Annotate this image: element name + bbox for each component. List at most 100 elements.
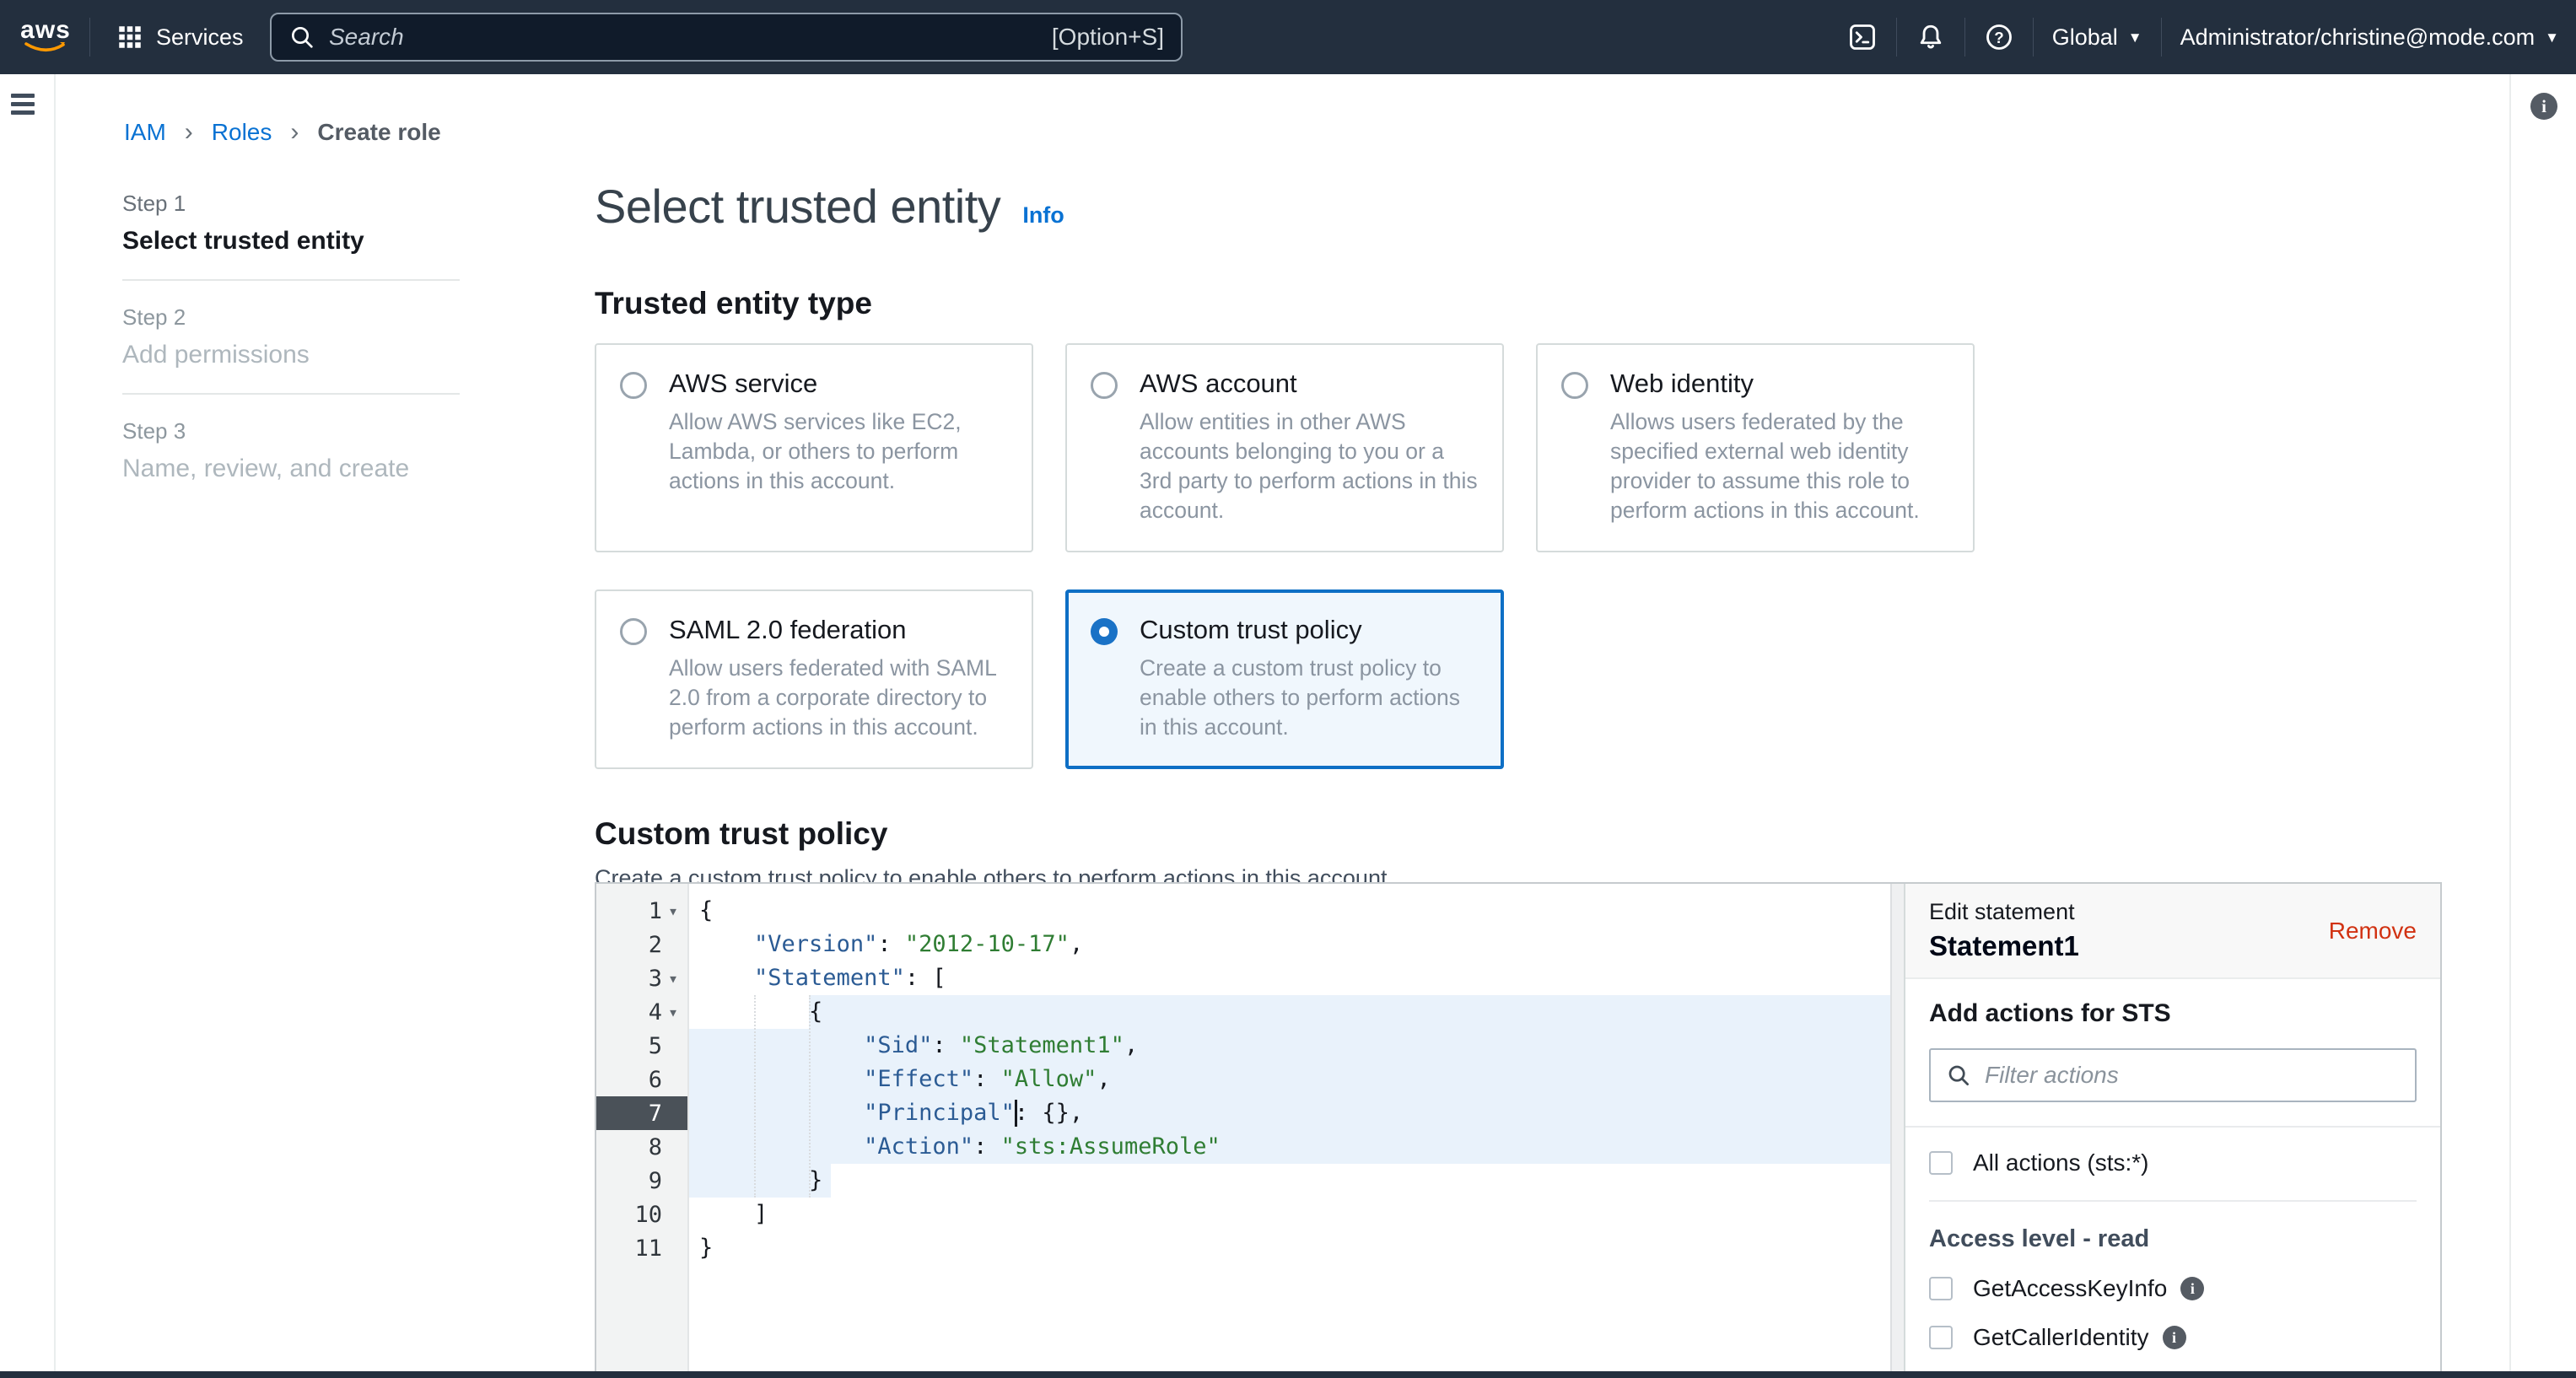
services-grid-icon <box>116 23 144 51</box>
breadcrumb-link-roles[interactable]: Roles <box>212 119 272 146</box>
card-description: Allows users federated by the specified … <box>1610 407 1953 525</box>
entity-type-cards: AWS service Allow AWS services like EC2,… <box>595 343 2012 769</box>
topbar-divider <box>1964 18 1965 57</box>
aws-smile-icon <box>24 41 67 55</box>
help-icon[interactable]: ? <box>1984 22 2014 52</box>
step-number: Step 2 <box>122 304 460 331</box>
editor-line[interactable]: "Action": "sts:AssumeRole" <box>689 1130 1890 1164</box>
action-row-getaccesskeyinfo: GetAccessKeyInfo i <box>1929 1275 2417 1302</box>
step-number: Step 1 <box>122 191 460 217</box>
fold-caret-icon[interactable]: ▾ <box>662 901 684 921</box>
aws-logo-text: aws <box>20 19 71 41</box>
editor-line[interactable]: ] <box>689 1198 1890 1231</box>
services-menu-button[interactable]: Services <box>107 23 252 51</box>
hamburger-menu-icon[interactable] <box>11 94 35 119</box>
radio-unselected-icon[interactable] <box>620 618 647 645</box>
editor-line[interactable]: "Statement": [ <box>689 961 1890 995</box>
radio-unselected-icon[interactable] <box>620 372 647 399</box>
account-menu[interactable]: Administrator/christine@mode.com ▼ <box>2180 24 2559 51</box>
gutter-line[interactable]: 11 <box>596 1231 687 1265</box>
topbar-divider <box>2161 18 2162 57</box>
main-content: Select trusted entity Info Trusted entit… <box>595 179 2442 913</box>
card-aws-service[interactable]: AWS service Allow AWS services like EC2,… <box>595 343 1033 552</box>
search-input[interactable] <box>329 24 1038 51</box>
panel-divider <box>1929 1200 2417 1202</box>
gutter-line[interactable]: 9 <box>596 1164 687 1198</box>
editor-line[interactable]: "Principal": {}, <box>689 1096 1890 1130</box>
top-navigation-bar: aws Services [Option+S] <box>0 0 2576 74</box>
access-level-heading: Access level - read <box>1929 1225 2417 1253</box>
services-label: Services <box>156 24 244 51</box>
card-aws-account[interactable]: AWS account Allow entities in other AWS … <box>1065 343 1504 552</box>
card-custom-trust-policy[interactable]: Custom trust policy Create a custom trus… <box>1065 589 1504 769</box>
editor-line[interactable]: { <box>689 995 1890 1029</box>
step-item-2: Step 2 Add permissions <box>122 304 460 369</box>
action-checkbox[interactable] <box>1929 1326 1953 1349</box>
radio-unselected-icon[interactable] <box>1091 372 1118 399</box>
editor-line[interactable]: "Sid": "Statement1", <box>689 1029 1890 1063</box>
notifications-bell-icon[interactable] <box>1916 22 1946 52</box>
gutter-line[interactable]: 6 <box>596 1063 687 1096</box>
step-title: Add permissions <box>122 341 460 369</box>
action-checkbox[interactable] <box>1929 1277 1953 1300</box>
all-actions-checkbox[interactable] <box>1929 1151 1953 1175</box>
radio-unselected-icon[interactable] <box>1561 372 1588 399</box>
remove-statement-button[interactable]: Remove <box>2329 918 2417 945</box>
gutter-line[interactable]: 2 <box>596 928 687 961</box>
card-title: AWS account <box>1140 369 1482 399</box>
fold-caret-icon[interactable]: ▾ <box>662 968 684 988</box>
breadcrumb-link-iam[interactable]: IAM <box>124 119 166 146</box>
search-icon <box>1946 1063 1971 1088</box>
card-title: Custom trust policy <box>1140 615 1482 645</box>
card-saml-federation[interactable]: SAML 2.0 federation Allow users federate… <box>595 589 1033 769</box>
step-item-3: Step 3 Name, review, and create <box>122 418 460 483</box>
editor-code[interactable]: { "Version": "2012-10-17", "Statement": … <box>689 884 1890 1371</box>
step-title: Select trusted entity <box>122 227 460 256</box>
region-selector[interactable]: Global ▼ <box>2052 24 2142 51</box>
card-web-identity[interactable]: Web identity Allows users federated by t… <box>1536 343 1975 552</box>
add-actions-heading: Add actions for STS <box>1929 999 2417 1028</box>
editor-line[interactable]: "Version": "2012-10-17", <box>689 928 1890 961</box>
global-search-box[interactable]: [Option+S] <box>270 13 1183 62</box>
breadcrumb: IAM › Roles › Create role <box>124 118 441 147</box>
editor-line[interactable]: } <box>689 1231 1890 1265</box>
cloudshell-icon[interactable] <box>1847 22 1878 52</box>
edit-statement-panel: Edit statement Statement1 Remove Add act… <box>1904 884 2440 1371</box>
info-circle-icon[interactable]: i <box>2163 1326 2186 1349</box>
gutter-line[interactable]: 4▾ <box>596 995 687 1029</box>
gutter-line[interactable]: 3▾ <box>596 961 687 995</box>
card-title: Web identity <box>1610 369 1953 399</box>
card-description: Allow entities in other AWS accounts bel… <box>1140 407 1482 525</box>
info-circle-icon[interactable]: i <box>2180 1277 2204 1300</box>
gutter-line[interactable]: 5 <box>596 1029 687 1063</box>
gutter-line[interactable]: 8 <box>596 1130 687 1164</box>
filter-actions-box[interactable] <box>1929 1048 2417 1102</box>
editor-scrollbar[interactable] <box>1890 884 1904 1371</box>
radio-selected-icon[interactable] <box>1091 618 1118 645</box>
topbar-divider <box>2033 18 2034 57</box>
wizard-steps-nav: Step 1 Select trusted entity Step 2 Add … <box>122 191 460 483</box>
all-actions-row: All actions (sts:*) <box>1929 1149 2417 1176</box>
aws-logo[interactable]: aws <box>19 19 73 55</box>
editor-gutter: 1▾23▾4▾567891011 <box>596 884 689 1371</box>
trusted-entity-type-heading: Trusted entity type <box>595 286 2442 321</box>
filter-actions-input[interactable] <box>1985 1062 2400 1089</box>
statement-panel-body: Add actions for STS All actions (sts:*) … <box>1905 979 2440 1371</box>
step-number: Step 3 <box>122 418 460 444</box>
chevron-down-icon: ▼ <box>2128 30 2142 45</box>
statement-panel-header: Edit statement Statement1 Remove <box>1905 884 2440 979</box>
editor-line[interactable]: { <box>689 894 1890 928</box>
account-label: Administrator/christine@mode.com <box>2180 24 2536 51</box>
svg-text:?: ? <box>1994 29 2003 46</box>
card-description: Create a custom trust policy to enable o… <box>1140 654 1482 742</box>
editor-line[interactable]: "Effect": "Allow", <box>689 1063 1890 1096</box>
gutter-line[interactable]: 10 <box>596 1198 687 1231</box>
editor-line[interactable]: } <box>689 1164 1890 1198</box>
gutter-line[interactable]: 1▾ <box>596 894 687 928</box>
info-link[interactable]: Info <box>1022 202 1064 229</box>
steps-divider <box>122 393 460 395</box>
gutter-line[interactable]: 7 <box>596 1096 687 1130</box>
fold-caret-icon[interactable]: ▾ <box>662 1002 684 1022</box>
search-icon <box>288 24 315 51</box>
info-panel-toggle-icon[interactable]: i <box>2530 93 2557 120</box>
